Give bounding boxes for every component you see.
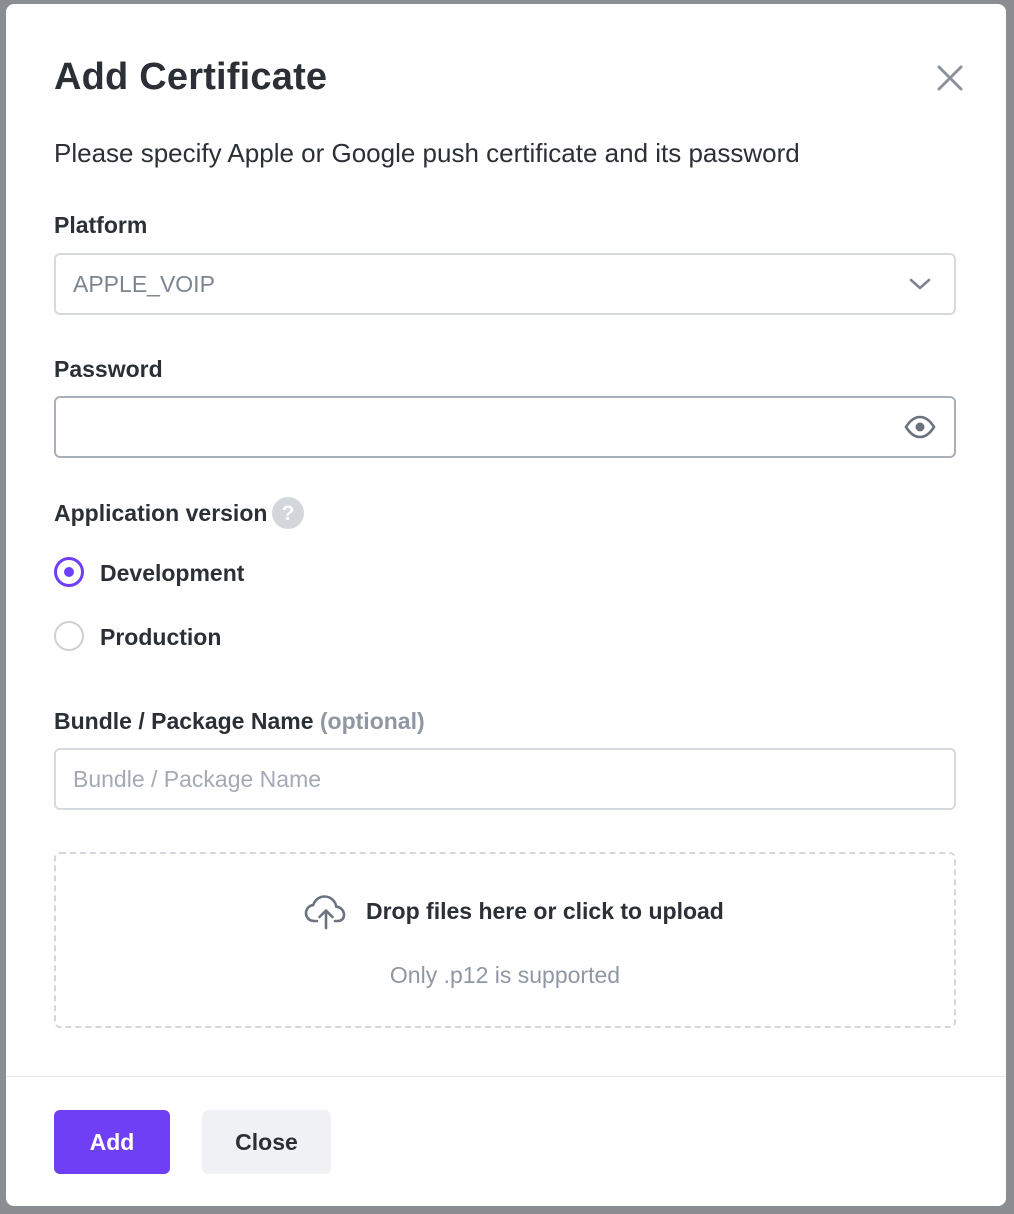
platform-select[interactable]: APPLE_VOIP (54, 253, 956, 315)
radio-development-label[interactable]: Development (100, 560, 244, 587)
close-button[interactable]: Close (202, 1110, 331, 1174)
eye-icon[interactable] (904, 413, 936, 441)
cloud-upload-icon (304, 894, 348, 930)
chevron-down-icon (904, 270, 936, 298)
password-label: Password (54, 356, 163, 382)
platform-selected-value: APPLE_VOIP (73, 271, 215, 297)
dialog-subtitle: Please specify Apple or Google push cert… (54, 138, 800, 168)
upload-dropzone[interactable]: Drop files here or click to upload Only … (54, 852, 956, 1028)
bundle-input[interactable] (56, 750, 954, 808)
application-version-label: Application version (54, 500, 268, 526)
optional-hint: (optional) (319, 708, 425, 734)
bundle-label-text: Bundle / Package Name (54, 708, 314, 734)
radio-production[interactable] (54, 621, 84, 651)
bundle-label: Bundle / Package Name (optional) (54, 708, 425, 735)
bundle-field-wrapper (54, 748, 956, 810)
radio-development[interactable] (54, 557, 84, 587)
upload-hint: Only .p12 is supported (389, 962, 621, 988)
add-certificate-dialog: Add Certificate Please specify Apple or … (6, 4, 1006, 1206)
question-circle-icon[interactable]: ? (272, 497, 304, 529)
radio-production-label[interactable]: Production (100, 624, 221, 651)
add-button[interactable]: Add (54, 1110, 170, 1174)
close-icon[interactable] (932, 60, 968, 96)
password-input[interactable] (56, 398, 954, 456)
footer-divider (6, 1076, 1006, 1077)
svg-text:?: ? (282, 502, 295, 525)
dialog-title: Add Certificate (54, 56, 328, 98)
platform-label: Platform (54, 212, 148, 238)
password-field-wrapper (54, 396, 956, 458)
upload-text: Drop files here or click to upload (366, 898, 724, 924)
